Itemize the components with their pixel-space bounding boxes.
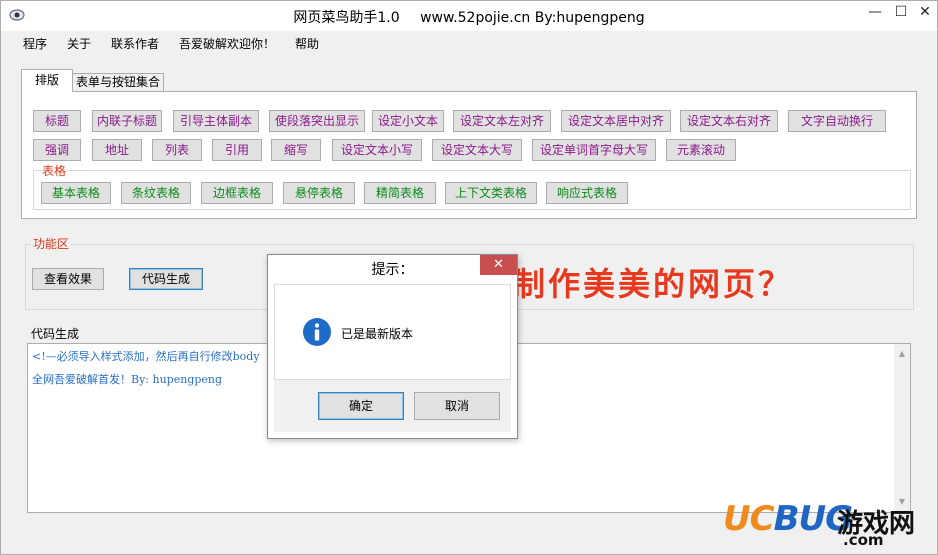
- hover-table-button[interactable]: 悬停表格: [283, 182, 355, 204]
- capitalize-button[interactable]: 设定单词首字母大写: [532, 139, 656, 161]
- app-window: 网页菜鸟助手1.0 www.52pojie.cn By:hupengpeng —…: [0, 0, 938, 555]
- code-scrollbar[interactable]: ▲ ▼: [894, 344, 910, 512]
- dialog-footer: 确定 取消: [274, 380, 511, 432]
- word-wrap-button[interactable]: 文字自动换行: [788, 110, 886, 132]
- menu-item-about[interactable]: 关于: [67, 35, 91, 52]
- watermark-ucbug-logo: UCBUG: [723, 499, 853, 539]
- heading-button[interactable]: 标题: [33, 110, 81, 132]
- tab-layout[interactable]: 排版: [21, 69, 73, 92]
- list-button[interactable]: 列表: [152, 139, 202, 161]
- menu-item-welcome[interactable]: 吾爱破解欢迎你！: [179, 35, 275, 52]
- address-button[interactable]: 地址: [92, 139, 142, 161]
- lead-body-copy-button[interactable]: 引导主体副本: [173, 110, 259, 132]
- responsive-table-button[interactable]: 响应式表格: [546, 182, 628, 204]
- function-area-label: 功能区: [31, 235, 72, 252]
- dialog-message: 已是最新版本: [341, 327, 414, 341]
- menu-item-contact-author[interactable]: 联系作者: [111, 35, 159, 52]
- minimize-button[interactable]: —: [861, 1, 889, 23]
- uppercase-button[interactable]: 设定文本大写: [432, 139, 522, 161]
- update-dialog: 提示： ✕ 已是最新版本 确定 取消: [267, 254, 518, 439]
- window-title-main: 网页菜鸟助手1.0: [293, 10, 400, 26]
- ok-button[interactable]: 确定: [318, 392, 404, 420]
- highlight-paragraph-button[interactable]: 使段落突出显示: [269, 110, 365, 132]
- bordered-table-button[interactable]: 边框表格: [201, 182, 273, 204]
- contextual-table-button[interactable]: 上下文类表格: [445, 182, 537, 204]
- align-right-button[interactable]: 设定文本右对齐: [680, 110, 778, 132]
- striped-table-button[interactable]: 条纹表格: [121, 182, 191, 204]
- align-left-button[interactable]: 设定文本左对齐: [453, 110, 551, 132]
- cancel-button[interactable]: 取消: [414, 392, 500, 420]
- ucbug-watermark: UCBUG 游戏网 .com: [719, 499, 937, 549]
- marquee-button[interactable]: 元素滚动: [666, 139, 736, 161]
- menu-item-program[interactable]: 程序: [23, 35, 47, 52]
- blockquote-button[interactable]: 引用: [212, 139, 262, 161]
- window-title-site: www.52pojie.cn By:hupengpeng: [420, 10, 645, 26]
- emphasis-button[interactable]: 强调: [33, 139, 81, 161]
- window-title: 网页菜鸟助手1.0 www.52pojie.cn By:hupengpeng: [1, 7, 937, 27]
- dialog-body: 已是最新版本: [274, 284, 511, 380]
- generate-code-button[interactable]: 代码生成: [129, 268, 203, 290]
- abbreviation-button[interactable]: 缩写: [271, 139, 321, 161]
- code-line: <!—必须导入样式添加，然后再自行修改body: [32, 350, 260, 363]
- align-center-button[interactable]: 设定文本居中对齐: [561, 110, 671, 132]
- slogan-text: 制作美美的网页？: [513, 265, 794, 303]
- close-button[interactable]: ✕: [911, 1, 938, 23]
- condensed-table-button[interactable]: 精简表格: [364, 182, 436, 204]
- lowercase-button[interactable]: 设定文本小写: [332, 139, 422, 161]
- watermark-com-text: .com: [843, 531, 884, 549]
- scroll-up-icon[interactable]: ▲: [894, 346, 910, 362]
- code-line: 全网吾爱破解首发！By: hupengpeng: [32, 373, 223, 386]
- small-text-button[interactable]: 设定小文本: [372, 110, 444, 132]
- title-bar: 网页菜鸟助手1.0 www.52pojie.cn By:hupengpeng —…: [1, 1, 937, 31]
- info-icon: [303, 318, 331, 346]
- table-group-label: 表格: [41, 162, 68, 179]
- menu-item-help[interactable]: 帮助: [295, 35, 319, 52]
- inline-subheading-button[interactable]: 内联子标题: [92, 110, 162, 132]
- basic-table-button[interactable]: 基本表格: [41, 182, 111, 204]
- tab-forms-buttons[interactable]: 表单与按钮集合: [72, 73, 164, 92]
- preview-button[interactable]: 查看效果: [32, 268, 104, 290]
- dialog-close-button[interactable]: ✕: [480, 255, 517, 275]
- code-area-label: 代码生成: [31, 327, 80, 341]
